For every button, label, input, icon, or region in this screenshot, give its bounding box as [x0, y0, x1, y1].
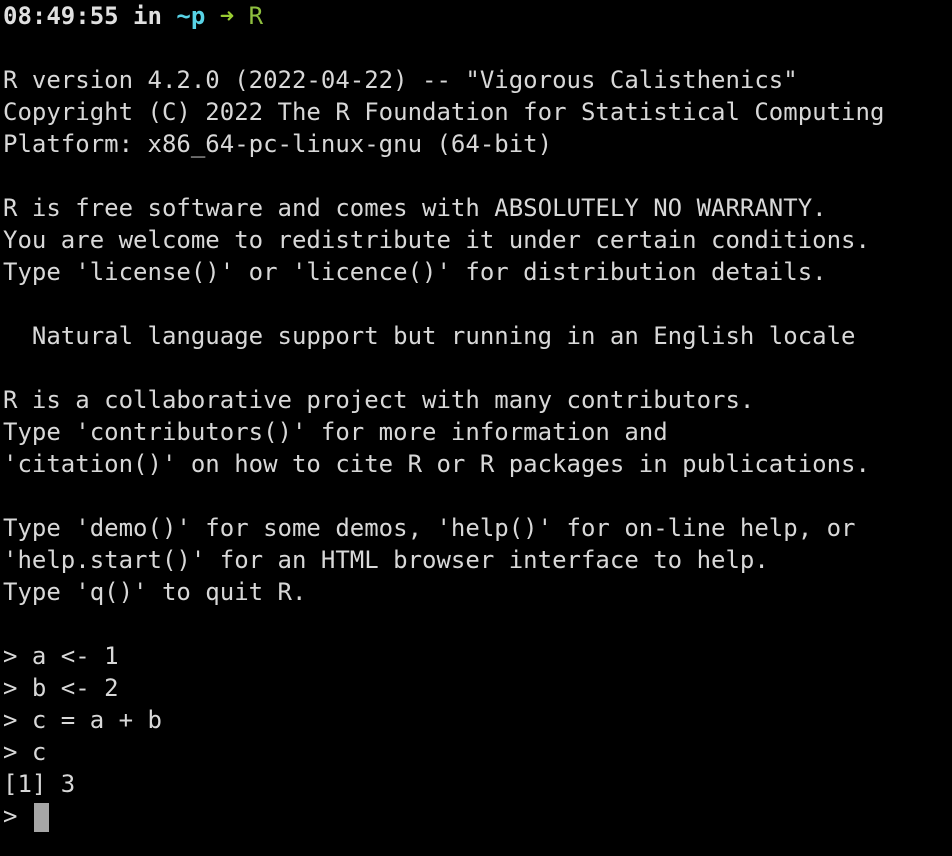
session-line: > b <- 2 — [3, 674, 119, 702]
input-line[interactable]: > — [3, 800, 49, 832]
session-line: > a <- 1 — [3, 642, 119, 670]
prompt-in-word: in — [133, 2, 162, 30]
banner-line: 'help.start()' for an HTML browser inter… — [3, 546, 769, 574]
prompt-cwd: ~p — [176, 2, 206, 30]
session-line: > c — [3, 738, 47, 766]
session-line: > c = a + b — [3, 706, 162, 734]
banner-line: Type 'demo()' for some demos, 'help()' f… — [3, 514, 856, 542]
prompt-command: R — [248, 2, 264, 30]
banner-line: You are welcome to redistribute it under… — [3, 226, 870, 254]
prompt-arrow-icon: ➜ — [219, 2, 235, 30]
banner-line: 'citation()' on how to cite R or R packa… — [3, 450, 870, 478]
input-prompt: > — [3, 802, 32, 830]
text-cursor[interactable] — [33, 802, 49, 832]
terminal-window[interactable]: 08:49:55 in ~p ➜ R R version 4.2.0 (2022… — [3, 0, 952, 856]
banner-line: Type 'license()' or 'licence()' for dist… — [3, 258, 827, 286]
session-output: [1] 3 — [3, 770, 76, 798]
shell-prompt: 08:49:55 in ~p ➜ R — [3, 0, 263, 32]
banner-line: Natural language support but running in … — [3, 322, 856, 350]
banner-line: Type 'contributors()' for more informati… — [3, 418, 668, 446]
banner-line: R is free software and comes with ABSOLU… — [3, 194, 827, 222]
banner-line: R version 4.2.0 (2022-04-22) -- "Vigorou… — [3, 66, 798, 94]
banner-line: Copyright (C) 2022 The R Foundation for … — [3, 98, 885, 126]
banner-line: R is a collaborative project with many c… — [3, 386, 755, 414]
banner-line: Type 'q()' to quit R. — [3, 578, 307, 606]
prompt-time: 08:49:55 — [3, 2, 119, 30]
banner-line: Platform: x86_64-pc-linux-gnu (64-bit) — [3, 130, 553, 158]
